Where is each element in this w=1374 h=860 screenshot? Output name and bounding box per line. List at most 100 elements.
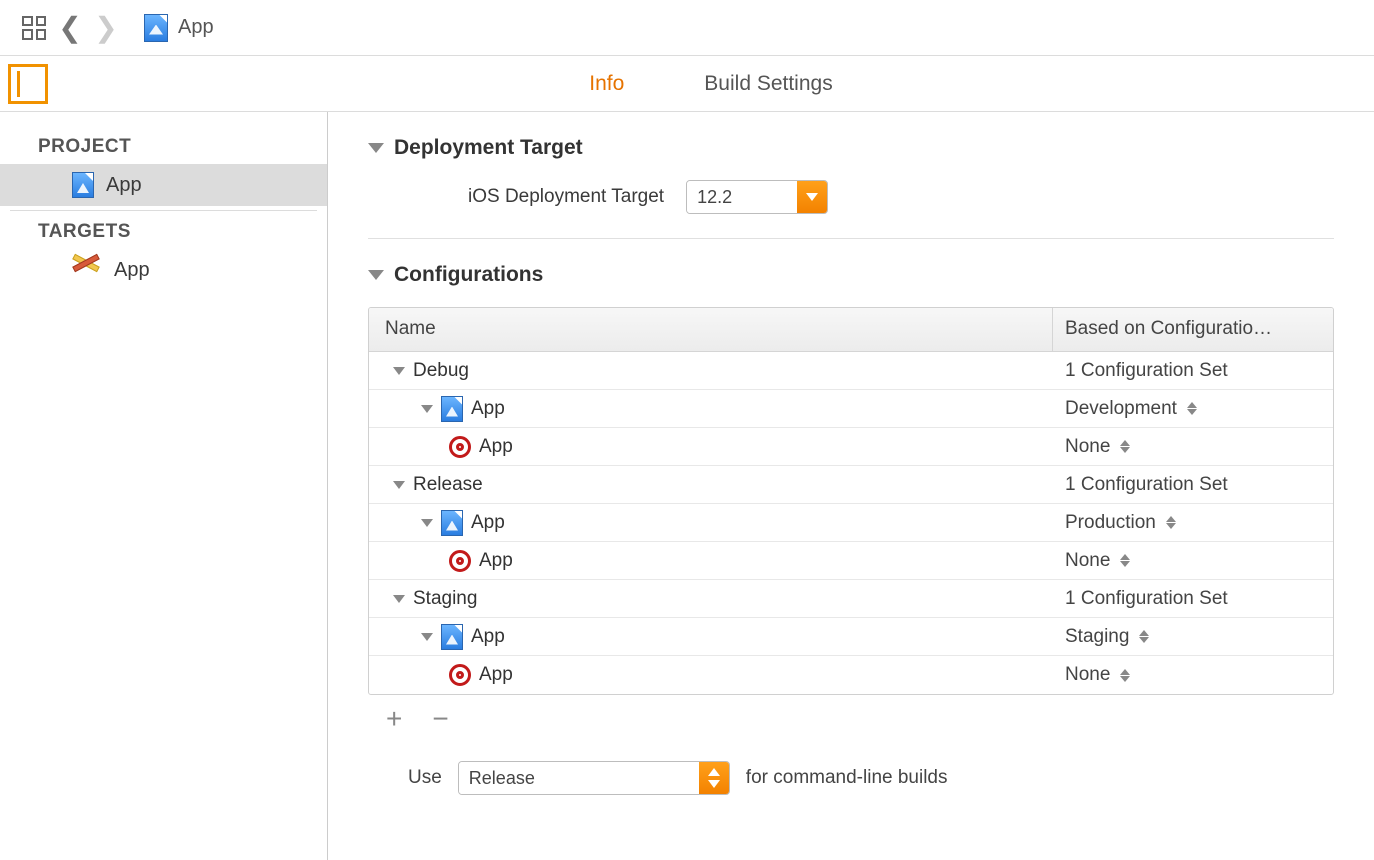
table-row[interactable]: App None <box>369 428 1333 466</box>
section-configurations[interactable]: Configurations <box>368 263 1334 287</box>
section-title: Configurations <box>394 263 543 287</box>
row-label: Release <box>413 474 483 496</box>
stepper-icon <box>1120 554 1130 567</box>
project-icon <box>441 510 463 536</box>
sidebar-toggle-button[interactable] <box>8 64 48 104</box>
sidebar-item-project-app[interactable]: App <box>0 164 327 206</box>
cell-name: Debug <box>369 360 1053 382</box>
disclosure-icon[interactable] <box>421 633 433 641</box>
target-icon <box>449 550 471 572</box>
disclosure-icon <box>368 270 384 280</box>
breadcrumb[interactable]: App <box>144 14 214 42</box>
table-row[interactable]: App Development <box>369 390 1333 428</box>
disclosure-icon[interactable] <box>421 519 433 527</box>
based-label: None <box>1065 436 1110 458</box>
nav-forward-button[interactable]: ❯ <box>88 10 124 46</box>
row-label: Debug <box>413 360 469 382</box>
chevron-right-icon: ❯ <box>94 14 117 42</box>
disclosure-icon <box>368 143 384 153</box>
remove-configuration-button[interactable]: − <box>432 705 448 733</box>
deployment-target-label: iOS Deployment Target <box>468 186 664 208</box>
table-row[interactable]: App Staging <box>369 618 1333 656</box>
table-row[interactable]: App Production <box>369 504 1333 542</box>
section-deployment-target[interactable]: Deployment Target <box>368 136 1334 160</box>
cell-based[interactable]: Staging <box>1053 626 1333 648</box>
table-row[interactable]: App None <box>369 656 1333 694</box>
disclosure-icon[interactable] <box>393 481 405 489</box>
deployment-target-input[interactable] <box>687 181 797 213</box>
stepper-icon <box>1187 402 1197 415</box>
row-label: App <box>479 550 513 572</box>
editor-mode-bar: Info Build Settings <box>0 56 1374 112</box>
row-label: App <box>479 436 513 458</box>
use-label-pre: Use <box>408 767 442 789</box>
row-label: App <box>471 626 505 648</box>
cell-based: 1 Configuration Set <box>1053 474 1333 496</box>
add-configuration-button[interactable]: + <box>386 705 402 733</box>
cell-based[interactable]: None <box>1053 664 1333 686</box>
disclosure-icon[interactable] <box>393 595 405 603</box>
based-label: Development <box>1065 398 1177 420</box>
chevron-left-icon: ❮ <box>58 14 81 42</box>
disclosure-icon[interactable] <box>421 405 433 413</box>
use-configuration-combo[interactable] <box>458 761 730 795</box>
project-icon <box>72 172 94 198</box>
cell-name: App <box>369 396 1053 422</box>
related-items-button[interactable] <box>16 10 52 46</box>
row-label: App <box>471 512 505 534</box>
cell-name: App <box>369 664 1053 686</box>
cell-based[interactable]: None <box>1053 550 1333 572</box>
project-icon <box>144 14 168 42</box>
tab-info[interactable]: Info <box>589 72 624 96</box>
sidebar-heading-project: PROJECT <box>0 130 327 164</box>
column-header-name[interactable]: Name <box>369 308 1053 351</box>
table-row[interactable]: App None <box>369 542 1333 580</box>
content-area: Deployment Target iOS Deployment Target … <box>328 112 1374 860</box>
grid-icon <box>22 16 46 40</box>
breadcrumb-title: App <box>178 16 214 39</box>
stepper-icon <box>1166 516 1176 529</box>
row-label: Staging <box>413 588 477 610</box>
cell-name: App <box>369 436 1053 458</box>
configurations-table: Name Based on Configuratio… Debug 1 Confi… <box>368 307 1334 695</box>
project-sidebar: PROJECT App TARGETS App <box>0 112 328 860</box>
disclosure-icon[interactable] <box>393 367 405 375</box>
cell-based[interactable]: None <box>1053 436 1333 458</box>
app-target-icon <box>72 258 102 282</box>
based-label: 1 Configuration Set <box>1065 588 1228 610</box>
based-label: Staging <box>1065 626 1129 648</box>
divider <box>10 210 317 211</box>
dropdown-arrow-icon <box>797 181 827 213</box>
use-label-post: for command-line builds <box>746 767 948 789</box>
stepper-icon <box>1139 630 1149 643</box>
toolbar: ❮ ❯ App <box>0 0 1374 56</box>
divider <box>368 238 1334 239</box>
cell-name: App <box>369 550 1053 572</box>
based-label: 1 Configuration Set <box>1065 474 1228 496</box>
target-icon <box>449 436 471 458</box>
sidebar-item-target-app[interactable]: App <box>0 249 327 291</box>
column-header-based[interactable]: Based on Configuratio… <box>1053 308 1333 351</box>
table-row[interactable]: Release 1 Configuration Set <box>369 466 1333 504</box>
based-label: None <box>1065 664 1110 686</box>
cell-based[interactable]: Production <box>1053 512 1333 534</box>
nav-back-button[interactable]: ❮ <box>52 10 88 46</box>
table-row[interactable]: Staging 1 Configuration Set <box>369 580 1333 618</box>
row-label: App <box>479 664 513 686</box>
use-configuration-input[interactable] <box>459 762 699 794</box>
target-icon <box>449 664 471 686</box>
sidebar-item-label: App <box>106 174 142 197</box>
tab-build-settings[interactable]: Build Settings <box>704 72 832 96</box>
sidebar-heading-targets: TARGETS <box>0 215 327 249</box>
deployment-target-combo[interactable] <box>686 180 828 214</box>
project-icon <box>441 624 463 650</box>
cell-name: Staging <box>369 588 1053 610</box>
cell-name: App <box>369 624 1053 650</box>
cell-name: App <box>369 510 1053 536</box>
table-row[interactable]: Debug 1 Configuration Set <box>369 352 1333 390</box>
cell-based: 1 Configuration Set <box>1053 360 1333 382</box>
stepper-icon <box>1120 440 1130 453</box>
cell-based[interactable]: Development <box>1053 398 1333 420</box>
based-label: None <box>1065 550 1110 572</box>
based-label: Production <box>1065 512 1156 534</box>
